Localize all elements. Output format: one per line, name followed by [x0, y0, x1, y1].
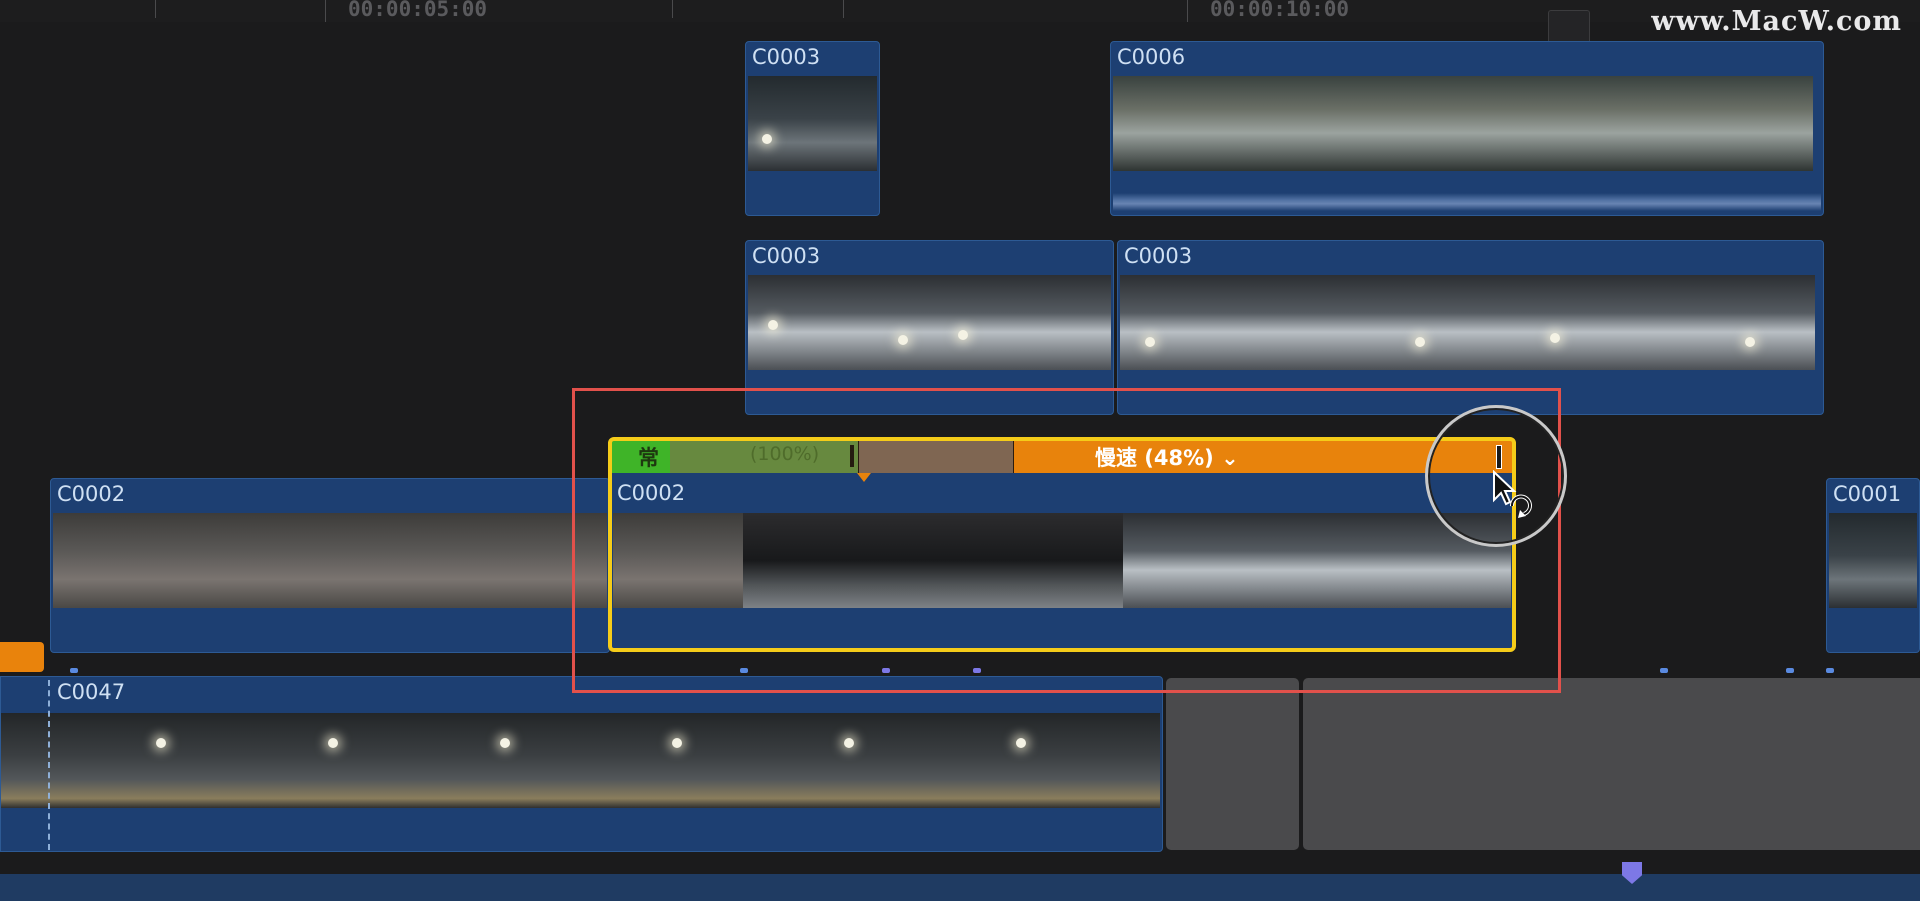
clip-thumbnail: [1829, 513, 1917, 608]
clip-thumbnail: [51, 713, 223, 808]
clip-name: C0003: [752, 45, 821, 69]
clip-filmstrip: [1113, 76, 1815, 171]
light-spot: [672, 738, 682, 748]
ruler-tick: [672, 0, 673, 18]
clip-thumbnail: [1623, 76, 1813, 171]
clip-filmstrip: [1829, 513, 1917, 608]
clip-edge-handle[interactable]: [0, 642, 44, 672]
clip-c0047[interactable]: C0047: [0, 676, 1163, 852]
clip-c0001[interactable]: C0001: [1826, 478, 1920, 653]
clip-name: C0006: [1117, 45, 1186, 69]
watermark: www.MacW.com: [1651, 6, 1902, 37]
light-spot: [1550, 333, 1560, 343]
clip-thumbnail: [739, 713, 911, 808]
clip-name: C0001: [1833, 482, 1902, 506]
clip-name: C0002: [57, 482, 126, 506]
timeline-marker-dot: [1826, 668, 1834, 673]
highlight-box: [572, 388, 1561, 693]
light-spot: [958, 330, 968, 340]
clip-thumbnail: [1645, 275, 1815, 370]
gap-clip[interactable]: [1166, 678, 1299, 850]
clip-filmstrip: [53, 513, 607, 608]
clip-thumbnail: [393, 513, 563, 608]
clip-thumbnail: [1470, 275, 1645, 370]
clip-filmstrip: [748, 76, 877, 171]
ruler-tick: [325, 0, 326, 22]
clip-thumbnail: [223, 713, 395, 808]
clip-c0002-left[interactable]: C0002: [50, 478, 610, 653]
clip-filmstrip: [1120, 275, 1815, 370]
timeline-marker-dot: [1660, 668, 1668, 673]
ruler-tick: [155, 0, 156, 18]
timeline-ruler[interactable]: 00:00:05:00 00:00:10:00: [0, 0, 1920, 22]
clip-thumbnail: [748, 76, 877, 171]
clip-filmstrip: [748, 275, 1111, 370]
light-spot: [1745, 337, 1755, 347]
light-spot: [1016, 738, 1026, 748]
clip-thumbnail: [928, 275, 1111, 370]
light-spot: [762, 134, 772, 144]
light-spot: [844, 738, 854, 748]
clip-thumbnail: [1120, 275, 1295, 370]
clip-name: C0047: [57, 680, 126, 704]
retime-cursor-icon: [1493, 470, 1532, 518]
clip-thumbnail: [748, 275, 928, 370]
light-spot: [1415, 337, 1425, 347]
light-spot: [768, 320, 778, 330]
clip-thumbnail: [395, 713, 567, 808]
light-spot: [898, 335, 908, 345]
light-spot: [500, 738, 510, 748]
clip-thumbnail: [1, 713, 51, 808]
clip-thumbnail: [223, 513, 393, 608]
clip-thumbnail: [53, 513, 223, 608]
clip-thumbnail: [1453, 76, 1623, 171]
clip-thumbnail: [567, 713, 739, 808]
clip-thumbnail: [1295, 275, 1470, 370]
light-spot: [156, 738, 166, 748]
gap-clip[interactable]: [1303, 678, 1920, 850]
clip-thumbnail: [1083, 713, 1160, 808]
clip-name: C0003: [752, 244, 821, 268]
ruler-tick: [843, 0, 844, 18]
timeline-marker-dot: [1786, 668, 1794, 673]
clip-thumbnail: [1113, 76, 1283, 171]
light-spot: [1145, 337, 1155, 347]
clip-c0003-top[interactable]: C0003: [745, 41, 880, 216]
clip-thumbnail: [1283, 76, 1453, 171]
clip-filmstrip: [1, 713, 1160, 808]
ruler-tick: [1187, 0, 1188, 22]
clip-name: C0003: [1124, 244, 1193, 268]
watermark-logo-icon: [1548, 10, 1590, 44]
ruler-timecode: 00:00:10:00: [1210, 0, 1350, 21]
clip-thumbnail: [911, 713, 1083, 808]
clip-boundary-line: [48, 680, 50, 850]
light-spot: [328, 738, 338, 748]
audio-waveform: [1113, 193, 1821, 211]
ruler-timecode: 00:00:05:00: [348, 0, 488, 21]
timeline-marker-dot: [70, 668, 78, 673]
clip-c0006[interactable]: C0006: [1110, 41, 1824, 216]
